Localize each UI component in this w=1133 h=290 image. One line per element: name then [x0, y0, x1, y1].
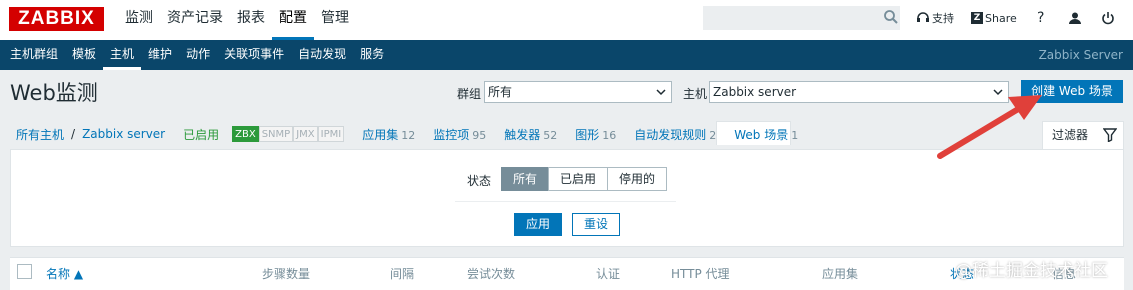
user-icon: [1069, 12, 1081, 24]
sub-menu-bar: 主机群组 模板 主机 维护 动作 关联项事件 自动发现 服务 Zabbix Se…: [0, 40, 1133, 70]
search-input[interactable]: [703, 6, 900, 30]
badge-zbx: ZBX: [232, 126, 259, 142]
submenu-discovery[interactable]: 自动发现: [291, 40, 353, 70]
host-link[interactable]: Zabbix server: [82, 127, 165, 141]
submenu-maintenance[interactable]: 维护: [141, 40, 179, 70]
badge-ipmi: IPMI: [317, 126, 345, 142]
search-icon[interactable]: [883, 9, 899, 25]
triggers-tab[interactable]: 触发器 52: [504, 126, 557, 143]
filter-divider: [455, 201, 676, 202]
submenu-event-correlation[interactable]: 关联项事件: [217, 40, 291, 70]
submenu-actions[interactable]: 动作: [179, 40, 217, 70]
chevron-down-icon: [993, 89, 1003, 96]
page-title: Web监测: [10, 81, 98, 105]
reset-button[interactable]: 重设: [572, 213, 620, 236]
status-option-all[interactable]: 所有: [501, 167, 549, 191]
submenu-hosts[interactable]: 主机: [103, 40, 142, 70]
discovery-rules-tab[interactable]: 自动发现规则 2: [634, 126, 716, 143]
sub-menu: 主机群组 模板 主机 维护 动作 关联项事件 自动发现 服务: [3, 40, 391, 70]
availability-badges: ZBX SNMP JMX IPMI: [232, 126, 345, 142]
select-all-checkbox[interactable]: [17, 264, 32, 279]
column-steps: 步骤数量: [262, 267, 311, 281]
help-icon[interactable]: ?: [1037, 0, 1044, 36]
column-http-proxy: HTTP 代理: [671, 267, 730, 281]
filter-panel: [10, 149, 1124, 247]
applications-tab[interactable]: 应用集 12: [362, 126, 415, 143]
badge-snmp: SNMP: [258, 126, 294, 142]
watermark: @稀土掘金技术社区: [955, 261, 1108, 281]
host-navigation: 所有主机 / Zabbix server 已启用 ZBX SNMP JMX IP…: [16, 125, 798, 143]
status-filter-label: 状态: [467, 174, 492, 188]
share-link[interactable]: Z Share: [971, 0, 1017, 36]
sign-out-button[interactable]: [1101, 0, 1115, 36]
filter-icon: [1103, 128, 1117, 142]
group-select-value: 所有: [488, 85, 513, 99]
host-status-enabled[interactable]: 已启用: [183, 126, 219, 143]
web-scenarios-tab[interactable]: Web 场景 1: [734, 126, 798, 143]
group-label: 群组: [457, 87, 482, 101]
submenu-services[interactable]: 服务: [353, 40, 391, 70]
share-icon: Z: [971, 12, 983, 24]
power-icon: [1102, 12, 1114, 25]
column-application: 应用集: [822, 267, 859, 281]
menu-reports[interactable]: 报表: [230, 0, 272, 40]
submenu-host-groups[interactable]: 主机群组: [3, 40, 65, 70]
menu-configuration[interactable]: 配置: [272, 0, 314, 40]
host-select[interactable]: Zabbix server: [709, 81, 1009, 103]
items-tab[interactable]: 监控项 95: [433, 126, 486, 143]
badge-jmx: JMX: [293, 126, 318, 142]
host-label: 主机: [683, 87, 708, 101]
chevron-down-icon: [656, 89, 666, 96]
share-label: Share: [985, 11, 1017, 25]
apply-button[interactable]: 应用: [514, 213, 562, 236]
menu-monitoring[interactable]: 监测: [118, 0, 160, 40]
support-link[interactable]: 支持: [916, 0, 954, 36]
submenu-templates[interactable]: 模板: [65, 40, 103, 70]
support-label: 支持: [932, 12, 954, 25]
status-option-enabled[interactable]: 已启用: [548, 167, 608, 191]
top-header: ZABBIX 监测 资产记录 报表 配置 管理 支持 Z Share ?: [0, 0, 1133, 40]
menu-inventory[interactable]: 资产记录: [160, 0, 230, 40]
headset-icon: [917, 12, 929, 22]
user-profile-button[interactable]: [1068, 0, 1082, 36]
column-attempts: 尝试次数: [467, 267, 516, 281]
main-menu: 监测 资产记录 报表 配置 管理: [118, 0, 356, 40]
column-name[interactable]: 名称 ▲: [46, 265, 83, 282]
menu-administration[interactable]: 管理: [314, 0, 356, 40]
breadcrumb-separator: /: [71, 127, 76, 141]
host-select-value: Zabbix server: [713, 85, 797, 99]
graphs-tab[interactable]: 图形 16: [575, 126, 616, 143]
zabbix-logo[interactable]: ZABBIX: [9, 7, 104, 31]
filter-tab[interactable]: 过滤器: [1042, 121, 1124, 149]
create-web-scenario-button[interactable]: 创建 Web 场景: [1021, 80, 1123, 103]
filter-tab-label: 过滤器: [1052, 128, 1089, 142]
status-option-disabled[interactable]: 停用的: [607, 167, 667, 191]
server-name: Zabbix Server: [1038, 48, 1123, 62]
column-authentication: 认证: [596, 267, 621, 281]
column-interval: 间隔: [390, 267, 415, 281]
all-hosts-link[interactable]: 所有主机: [16, 126, 64, 143]
group-select[interactable]: 所有: [484, 81, 672, 103]
